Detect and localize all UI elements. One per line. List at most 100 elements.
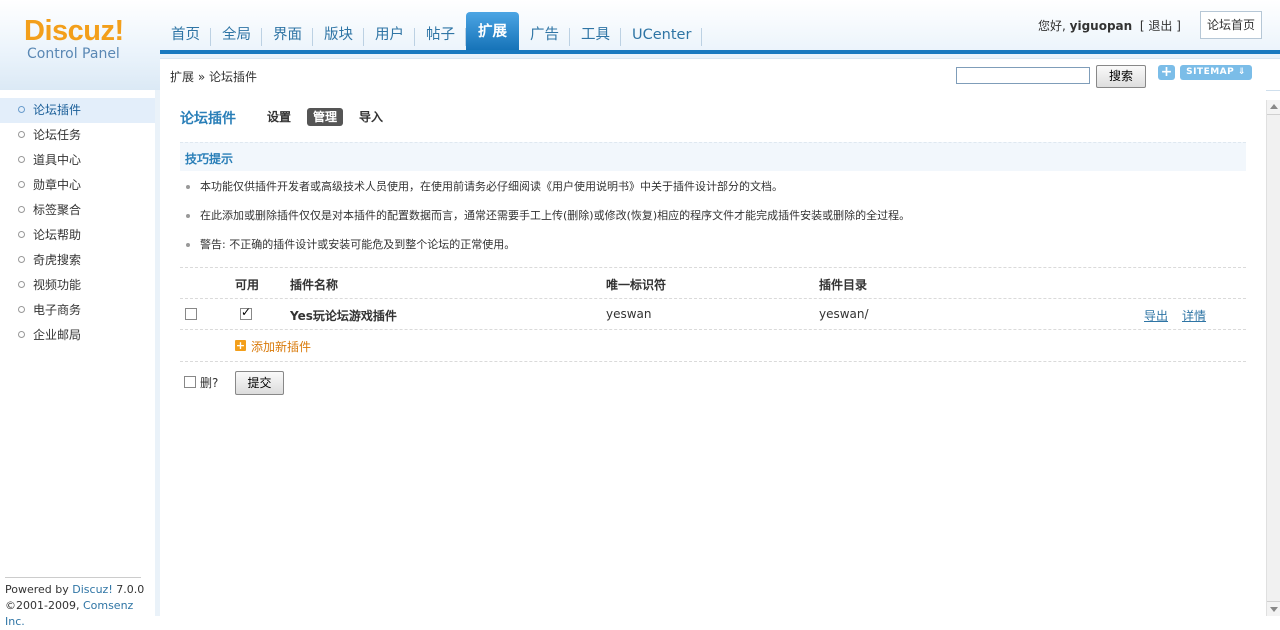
- bullet-icon: [18, 331, 25, 338]
- copyright-prefix: ©2001-2009,: [5, 599, 83, 612]
- nav-interface[interactable]: 界面: [262, 14, 313, 50]
- sidebar-item-label: 勋章中心: [33, 178, 82, 192]
- forum-home-button[interactable]: 论坛首页: [1200, 11, 1262, 39]
- col-identifier: 唯一标识符: [606, 278, 667, 292]
- bullet-icon: [18, 256, 25, 263]
- sidebar-item-forum-tasks[interactable]: 论坛任务: [0, 123, 155, 148]
- submit-button[interactable]: 提交: [235, 371, 284, 395]
- tip-item: 警告: 不正确的插件设计或安装可能危及到整个论坛的正常使用。: [184, 238, 1244, 267]
- bullet-icon: [18, 131, 25, 138]
- sidebar-item-ecommerce[interactable]: 电子商务: [0, 298, 155, 323]
- bullet-icon: [18, 206, 25, 213]
- sub-bar: 扩展 » 论坛插件 搜索 + SITEMAP ⇓: [160, 58, 1280, 91]
- plugin-directory: yeswan/: [819, 307, 869, 321]
- sidebar-item-qihoo-search[interactable]: 奇虎搜索: [0, 248, 155, 273]
- nav-home[interactable]: 首页: [160, 14, 211, 50]
- tips-list: 本功能仅供插件开发者或高级技术人员使用，在使用前请务必仔细阅读《用户使用说明书》…: [184, 180, 1244, 267]
- scroll-up-icon[interactable]: [1267, 100, 1280, 115]
- sidebar-item-label: 道具中心: [33, 153, 82, 167]
- bullet-icon: [186, 185, 190, 189]
- sidebar-item-enterprise-mail[interactable]: 企业邮局: [0, 323, 155, 348]
- tip-item: 本功能仅供插件开发者或高级技术人员使用，在使用前请务必仔细阅读《用户使用说明书》…: [184, 180, 1244, 209]
- page-title: 论坛插件: [180, 111, 236, 127]
- add-shortcut-button[interactable]: +: [1158, 65, 1175, 80]
- scroll-down-icon[interactable]: [1267, 601, 1280, 616]
- bullet-icon: [18, 306, 25, 313]
- tab-settings[interactable]: 设置: [261, 108, 297, 126]
- nav-tools[interactable]: 工具: [570, 14, 621, 50]
- bullet-icon: [18, 181, 25, 188]
- discuz-link[interactable]: Discuz!: [72, 583, 112, 596]
- bullet-icon: [186, 214, 190, 218]
- col-enabled: 可用: [235, 278, 260, 292]
- greeting: 您好,: [1038, 19, 1066, 33]
- nav-forums[interactable]: 版块: [313, 14, 364, 50]
- sidebar-item-label: 论坛插件: [33, 103, 82, 117]
- footer-divider: [5, 577, 141, 578]
- logout-bracket-close: ]: [1176, 19, 1181, 33]
- tips-header: 技巧提示: [180, 142, 1246, 171]
- main-nav: 首页 全局 界面 版块 用户 帖子 扩展 广告 工具 UCenter: [160, 12, 703, 50]
- delete-all-checkbox[interactable]: [184, 376, 196, 388]
- plugin-name: Yes玩论坛游戏插件: [290, 309, 397, 323]
- plugin-table: 可用 插件名称 唯一标识符 插件目录 Yes玩论坛游戏插件 yeswan yes…: [180, 267, 1246, 362]
- sidebar-item-label: 企业邮局: [33, 328, 82, 342]
- table-header: 可用 插件名称 唯一标识符 插件目录: [180, 267, 1246, 299]
- sidebar-item-forum-help[interactable]: 论坛帮助: [0, 223, 155, 248]
- add-plugin-link[interactable]: 添加新插件: [251, 338, 311, 355]
- add-plugin-row: + 添加新插件: [180, 330, 1246, 362]
- username: yiguopan: [1069, 19, 1133, 33]
- tip-text: 本功能仅供插件开发者或高级技术人员使用，在使用前请务必仔细阅读《用户使用说明书》…: [200, 180, 783, 193]
- powered-by: Powered by Discuz! 7.0.0 ©2001-2009, Com…: [5, 582, 155, 630]
- plugin-identifier: yeswan: [606, 307, 652, 321]
- version: 7.0.0: [112, 583, 145, 596]
- nav-underline: [160, 50, 1280, 54]
- col-name: 插件名称: [290, 278, 339, 292]
- tab-import[interactable]: 导入: [353, 108, 389, 126]
- sidebar-item-medal-center[interactable]: 勋章中心: [0, 173, 155, 198]
- sidebar-item-magic-center[interactable]: 道具中心: [0, 148, 155, 173]
- tips-title: 技巧提示: [185, 152, 234, 166]
- tip-text: 警告: 不正确的插件设计或安装可能危及到整个论坛的正常使用。: [200, 238, 516, 251]
- logo-text: Discuz!: [24, 15, 124, 47]
- sidebar-item-forum-plugins[interactable]: 论坛插件: [0, 98, 155, 123]
- sidebar: 论坛插件 论坛任务 道具中心 勋章中心 标签聚合 论坛帮助 奇虎搜索 视频功能 …: [0, 90, 156, 616]
- sidebar-item-video[interactable]: 视频功能: [0, 273, 155, 298]
- logo-subtitle: Control Panel: [27, 46, 120, 62]
- tip-item: 在此添加或删除插件仅仅是对本插件的配置数据而言，通常还需要手工上传(删除)或修改…: [184, 209, 1244, 238]
- delete-checkbox[interactable]: [185, 308, 197, 320]
- nav-posts[interactable]: 帖子: [415, 14, 466, 50]
- logout-link[interactable]: 退出: [1148, 19, 1172, 33]
- bullet-icon: [186, 243, 190, 247]
- header: Discuz! Control Panel 首页 全局 界面 版块 用户 帖子 …: [0, 0, 1280, 91]
- detail-link[interactable]: 详情: [1182, 307, 1206, 324]
- nav-ads[interactable]: 广告: [519, 14, 570, 50]
- nav-users[interactable]: 用户: [364, 14, 415, 50]
- tip-text: 在此添加或删除插件仅仅是对本插件的配置数据而言，通常还需要手工上传(删除)或修改…: [200, 209, 911, 222]
- col-directory: 插件目录: [819, 278, 868, 292]
- bullet-icon: [18, 156, 25, 163]
- main-content: 论坛插件 设置 管理 导入 技巧提示 本功能仅供插件开发者或高级技术人员使用，在…: [160, 90, 1266, 616]
- search-button[interactable]: 搜索: [1096, 65, 1146, 88]
- enabled-checkbox[interactable]: [240, 305, 252, 320]
- export-link[interactable]: 导出: [1144, 307, 1168, 324]
- vertical-scrollbar[interactable]: [1266, 100, 1280, 616]
- tab-manage[interactable]: 管理: [307, 108, 344, 126]
- user-bar: 您好, yiguopan [ 退出 ]: [1038, 17, 1181, 34]
- sitemap-button[interactable]: SITEMAP ⇓: [1180, 65, 1252, 80]
- sidebar-item-tag-aggregation[interactable]: 标签聚合: [0, 198, 155, 223]
- plus-icon: +: [235, 339, 246, 352]
- sidebar-item-label: 标签聚合: [33, 203, 82, 217]
- sidebar-item-label: 奇虎搜索: [33, 253, 82, 267]
- nav-global[interactable]: 全局: [211, 14, 262, 50]
- sidebar-item-label: 论坛任务: [33, 128, 82, 142]
- tabs: 设置 管理 导入: [261, 108, 389, 126]
- sidebar-item-label: 论坛帮助: [33, 228, 82, 242]
- search-input[interactable]: [956, 67, 1090, 84]
- bullet-icon: [18, 231, 25, 238]
- nav-ucenter[interactable]: UCenter: [621, 14, 703, 50]
- logo[interactable]: Discuz! Control Panel: [24, 16, 124, 62]
- nav-extensions[interactable]: 扩展: [466, 12, 519, 50]
- delete-label: 删?: [200, 376, 219, 390]
- logout-bracket-open: [: [1139, 19, 1145, 33]
